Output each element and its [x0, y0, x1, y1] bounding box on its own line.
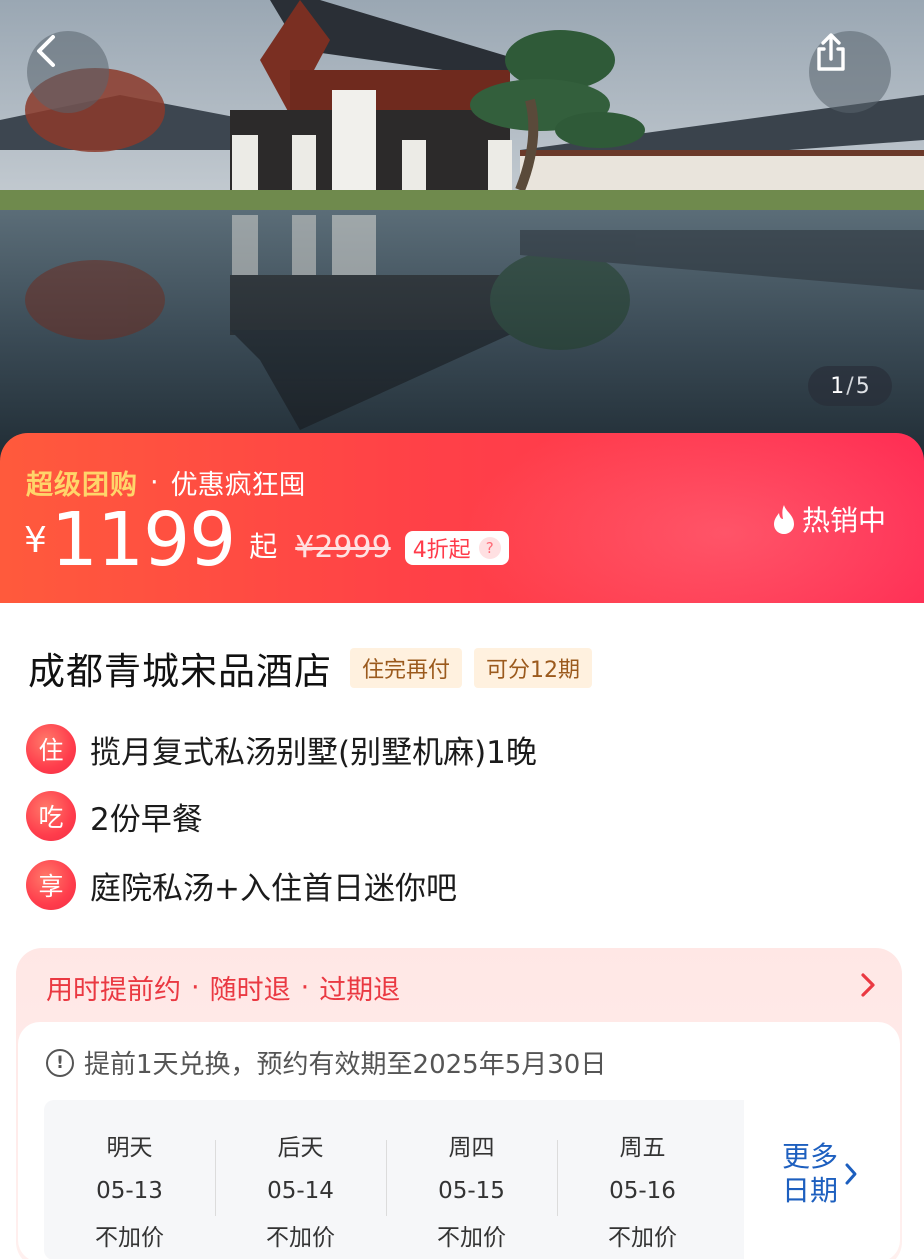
price-suffix: 起: [249, 530, 278, 563]
date-option[interactable]: 后天 05-14 不加价: [215, 1100, 386, 1259]
price-row: ¥ 1199 起 ¥2999 4折起 ?: [24, 503, 509, 577]
photo-pager: 1 / 5: [808, 366, 892, 406]
strip-fade: [718, 1100, 744, 1259]
date-value: 05-15: [438, 1178, 505, 1204]
stay-badge-icon: 住: [26, 724, 76, 774]
date-price: 不加价: [608, 1225, 677, 1251]
chip-pay-after-stay: 住完再付: [350, 648, 463, 688]
hotel-photo-illustration: [0, 0, 924, 470]
help-icon: ?: [478, 537, 501, 559]
pager-separator: /: [846, 373, 854, 399]
feature-stay-text: 揽月复式私汤别墅(别墅机麻)1晚: [90, 734, 537, 771]
feature-perk-text: 庭院私汤+入住首日迷你吧: [90, 870, 457, 907]
more-dates-button[interactable]: 更多日期: [782, 1140, 860, 1208]
policy-book-ahead: 用时提前约: [46, 975, 181, 1006]
info-icon: !: [46, 1048, 74, 1077]
discount-label: 4折起: [412, 538, 471, 563]
date-value: 05-16: [609, 1178, 676, 1204]
date-picker-strip: 明天 05-13 不加价 后天 05-14 不加价 周四 05-15 不加价 周…: [44, 1100, 744, 1259]
hotel-name: 成都青城宋品酒店: [28, 650, 332, 693]
original-price: ¥2999: [295, 530, 391, 565]
chevron-left-icon: [37, 35, 55, 67]
policy-separator: ·: [191, 972, 200, 1003]
feature-perk: 享 庭院私汤+入住首日迷你吧: [26, 860, 457, 910]
title-row: 成都青城宋品酒店 住完再付 可分12期: [28, 641, 593, 695]
redeem-notice: ! 提前1天兑换，预约有效期至2025年5月30日: [46, 1044, 606, 1081]
date-option[interactable]: 周五 05-16 不加价: [557, 1100, 728, 1259]
promo-dot: ·: [150, 467, 159, 498]
feature-meal: 吃 2份早餐: [26, 791, 203, 841]
date-price: 不加价: [266, 1225, 335, 1251]
redeem-notice-text: 提前1天兑换，预约有效期至2025年5月30日: [84, 1050, 607, 1080]
date-option[interactable]: 明天 05-13 不加价: [44, 1100, 215, 1259]
hot-selling-badge: 热销中: [770, 499, 886, 539]
date-value: 05-14: [267, 1178, 334, 1204]
date-weekday: 明天: [106, 1135, 153, 1161]
date-weekday: 周四: [448, 1135, 495, 1161]
policy-refund-anytime: 随时退: [209, 975, 291, 1006]
policy-refund-expired: 过期退: [319, 975, 401, 1006]
date-option[interactable]: 周四 05-15 不加价: [386, 1100, 557, 1259]
back-button[interactable]: [27, 31, 109, 113]
price-value: 1199: [50, 497, 236, 583]
date-price: 不加价: [437, 1225, 506, 1251]
feature-meal-text: 2份早餐: [90, 801, 203, 838]
chevron-right-icon[interactable]: [858, 970, 878, 1000]
booking-policy-row[interactable]: 用时提前约 · 随时退 · 过期退: [46, 968, 400, 1007]
product-card: 成都青城宋品酒店 住完再付 可分12期 住 揽月复式私汤别墅(别墅机麻)1晚 吃…: [0, 603, 924, 1259]
date-weekday: 后天: [277, 1135, 324, 1161]
date-price: 不加价: [95, 1225, 164, 1251]
share-icon: [817, 33, 845, 71]
pager-current: 1: [830, 373, 845, 399]
hot-label: 热销中: [802, 504, 887, 537]
hero-photo[interactable]: 1 / 5: [0, 0, 924, 470]
chip-installments: 可分12期: [474, 648, 593, 688]
share-button[interactable]: [809, 31, 891, 113]
price-currency: ¥: [24, 520, 47, 561]
booking-dates-card: ! 提前1天兑换，预约有效期至2025年5月30日 明天 05-13 不加价 后…: [18, 1022, 900, 1259]
perk-badge-icon: 享: [26, 860, 76, 910]
more-dates-label: 更多日期: [782, 1140, 839, 1207]
meal-badge-icon: 吃: [26, 791, 76, 841]
pager-total: 5: [855, 373, 870, 399]
discount-badge[interactable]: 4折起 ?: [404, 531, 509, 565]
flame-icon: [774, 505, 794, 534]
date-weekday: 周五: [619, 1135, 666, 1161]
chevron-right-icon: [845, 1163, 857, 1185]
date-value: 05-13: [96, 1178, 163, 1204]
feature-stay: 住 揽月复式私汤别墅(别墅机麻)1晚: [26, 724, 537, 774]
promo-price-banner: 超级团购 · 优惠疯狂囤 ¥ 1199 起 ¥2999 4折起 ? 热销中: [0, 433, 924, 603]
policy-separator: ·: [300, 972, 310, 1003]
booking-panel: 用时提前约 · 随时退 · 过期退 ! 提前1天兑换，预约有效期至2025年5月…: [16, 948, 902, 1259]
